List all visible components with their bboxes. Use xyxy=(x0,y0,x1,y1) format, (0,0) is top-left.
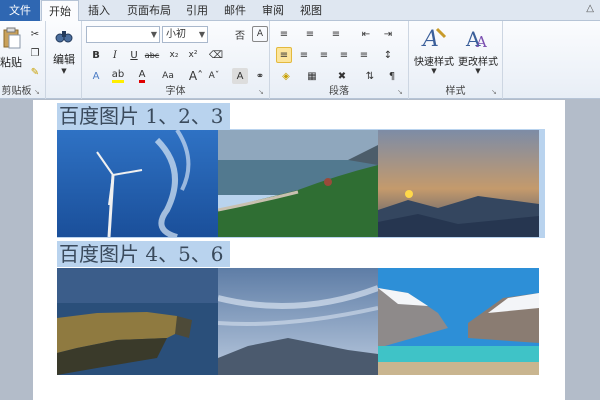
bold-icon[interactable]: B xyxy=(88,47,104,63)
align-left-icon[interactable]: ≡ xyxy=(276,47,292,63)
numbering-icon[interactable]: ≡ xyxy=(302,26,318,42)
format-painter-icon[interactable]: ✎ xyxy=(27,64,43,80)
editing-dropdown-icon[interactable]: ▼ xyxy=(58,67,70,75)
paste-icon[interactable] xyxy=(2,26,22,50)
photo-cloudy-mountain[interactable] xyxy=(218,268,378,375)
quick-styles-icon[interactable]: A xyxy=(421,25,447,51)
tab-mailings[interactable]: 邮件 xyxy=(218,0,252,21)
font-size-select[interactable]: 小初 ▼ xyxy=(162,26,208,43)
heading-line-1[interactable]: 百度图片 1、2、3 xyxy=(57,103,230,129)
change-styles-icon[interactable]: AA xyxy=(465,25,491,51)
group-paragraph: ≡ ≡ ≡ ⇤ ⇥ ≡ ≡ ≡ ≡ ≡ ↕ ◈ ▦ ✖ ⇅ ¶ 段落 ↘ xyxy=(270,21,409,99)
character-border-icon[interactable]: A xyxy=(252,26,268,42)
underline-icon[interactable]: U xyxy=(126,47,142,63)
tab-insert[interactable]: 插入 xyxy=(82,0,116,21)
svg-text:A: A xyxy=(421,27,439,51)
quick-styles-dropdown-icon[interactable]: ▼ xyxy=(429,67,439,75)
cut-icon[interactable]: ✂ xyxy=(27,26,43,42)
phonetic-guide-icon[interactable]: 否 xyxy=(232,26,248,42)
group-clipboard: 粘贴 ✂ ❐ ✎ 剪贴板 ↘ xyxy=(0,21,46,99)
photo-cliff-sea[interactable] xyxy=(57,268,218,375)
styles-group-label: 样式 xyxy=(445,86,466,97)
superscript-icon[interactable]: x² xyxy=(185,47,201,63)
clear-formatting-icon[interactable]: ⌫ xyxy=(208,47,224,63)
align-right-icon[interactable]: ≡ xyxy=(316,47,332,63)
font-launcher-icon[interactable]: ↘ xyxy=(258,88,266,96)
italic-icon[interactable]: I xyxy=(107,47,123,63)
change-styles-dropdown-icon[interactable]: ▼ xyxy=(473,67,483,75)
multilevel-list-icon[interactable]: ≡ xyxy=(328,26,344,42)
tab-view[interactable]: 视图 xyxy=(294,0,328,21)
find-binoculars-icon[interactable] xyxy=(54,26,74,46)
tab-page-layout[interactable]: 页面布局 xyxy=(120,0,178,21)
quick-styles-button[interactable]: 快速样式 xyxy=(411,53,457,68)
collapse-ribbon-icon[interactable]: △ xyxy=(586,3,594,14)
distributed-icon[interactable]: ≡ xyxy=(356,47,372,63)
tab-review[interactable]: 审阅 xyxy=(256,0,290,21)
decrease-indent-icon[interactable]: ⇤ xyxy=(358,26,374,42)
paragraph-launcher-icon[interactable]: ↘ xyxy=(397,88,405,96)
font-group-label: 字体 xyxy=(165,86,186,97)
paragraph-group-label: 段落 xyxy=(329,86,349,97)
tab-file[interactable]: 文件 xyxy=(0,0,40,21)
group-editing: 编辑 ▼ xyxy=(46,21,82,99)
svg-text:A: A xyxy=(475,33,487,51)
paste-button[interactable]: 粘贴 xyxy=(0,54,22,70)
photo-coast-greenery[interactable] xyxy=(218,130,378,237)
editing-button[interactable]: 编辑 xyxy=(50,51,78,67)
heading-line-2[interactable]: 百度图片 4、5、6 xyxy=(57,241,230,267)
clipboard-launcher-icon[interactable]: ↘ xyxy=(34,88,42,96)
strikethrough-icon[interactable]: abc xyxy=(144,47,160,63)
change-styles-button[interactable]: 更改样式 xyxy=(455,53,501,68)
photo-snow-lake[interactable] xyxy=(378,268,539,375)
increase-indent-icon[interactable]: ⇥ xyxy=(380,26,396,42)
line-spacing-icon[interactable]: ↕ xyxy=(380,47,396,63)
copy-icon[interactable]: ❐ xyxy=(27,45,43,61)
photo-sunset-mountains[interactable] xyxy=(378,130,539,237)
bullets-icon[interactable]: ≡ xyxy=(276,26,292,42)
photo-wind-turbine[interactable] xyxy=(57,130,218,237)
ribbon-tab-bar: 文件 开始 插入 页面布局 引用 邮件 审阅 视图 △ xyxy=(0,0,600,22)
tab-home[interactable]: 开始 xyxy=(41,0,79,22)
subscript-icon[interactable]: x₂ xyxy=(166,47,182,63)
ribbon-home: 粘贴 ✂ ❐ ✎ 剪贴板 ↘ 编辑 ▼ ▼ 小初 ▼ 否 A B I U abc … xyxy=(0,21,600,99)
group-styles: A 快速样式 ▼ AA 更改样式 ▼ 样式 ↘ xyxy=(409,21,503,99)
justify-icon[interactable]: ≡ xyxy=(336,47,352,63)
styles-launcher-icon[interactable]: ↘ xyxy=(491,88,499,96)
group-font: ▼ 小初 ▼ 否 A B I U abc x₂ x² ⌫ A ab A Aa Aˆ… xyxy=(82,21,270,99)
tab-references[interactable]: 引用 xyxy=(180,0,214,21)
font-name-select[interactable]: ▼ xyxy=(86,26,160,43)
align-center-icon[interactable]: ≡ xyxy=(296,47,312,63)
